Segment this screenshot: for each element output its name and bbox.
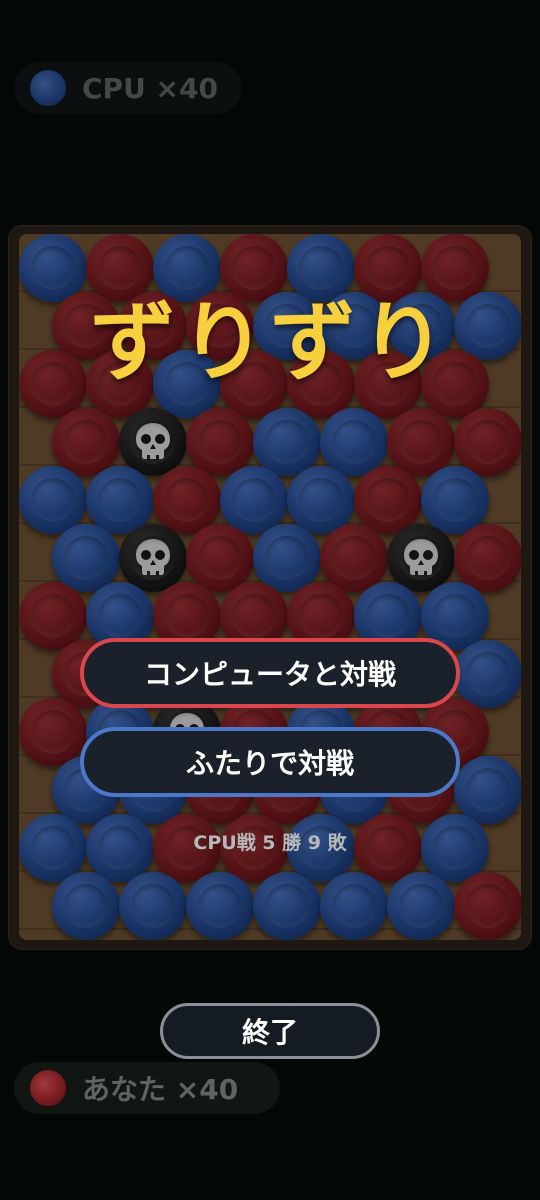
game-title: ずりずり xyxy=(90,293,450,393)
cpu-record-text: CPU戦 5 勝 9 敗 xyxy=(193,832,347,854)
player-score-label: あなた ×40 xyxy=(82,1073,239,1106)
vs-computer-button[interactable]: コンピュータと対戦 xyxy=(80,638,460,708)
red-piece-icon xyxy=(30,1070,66,1106)
player-score-chip: あなた ×40 xyxy=(14,1062,280,1114)
exit-button[interactable]: 終了 xyxy=(160,1003,380,1059)
two-player-button[interactable]: ふたりで対戦 xyxy=(80,727,460,797)
